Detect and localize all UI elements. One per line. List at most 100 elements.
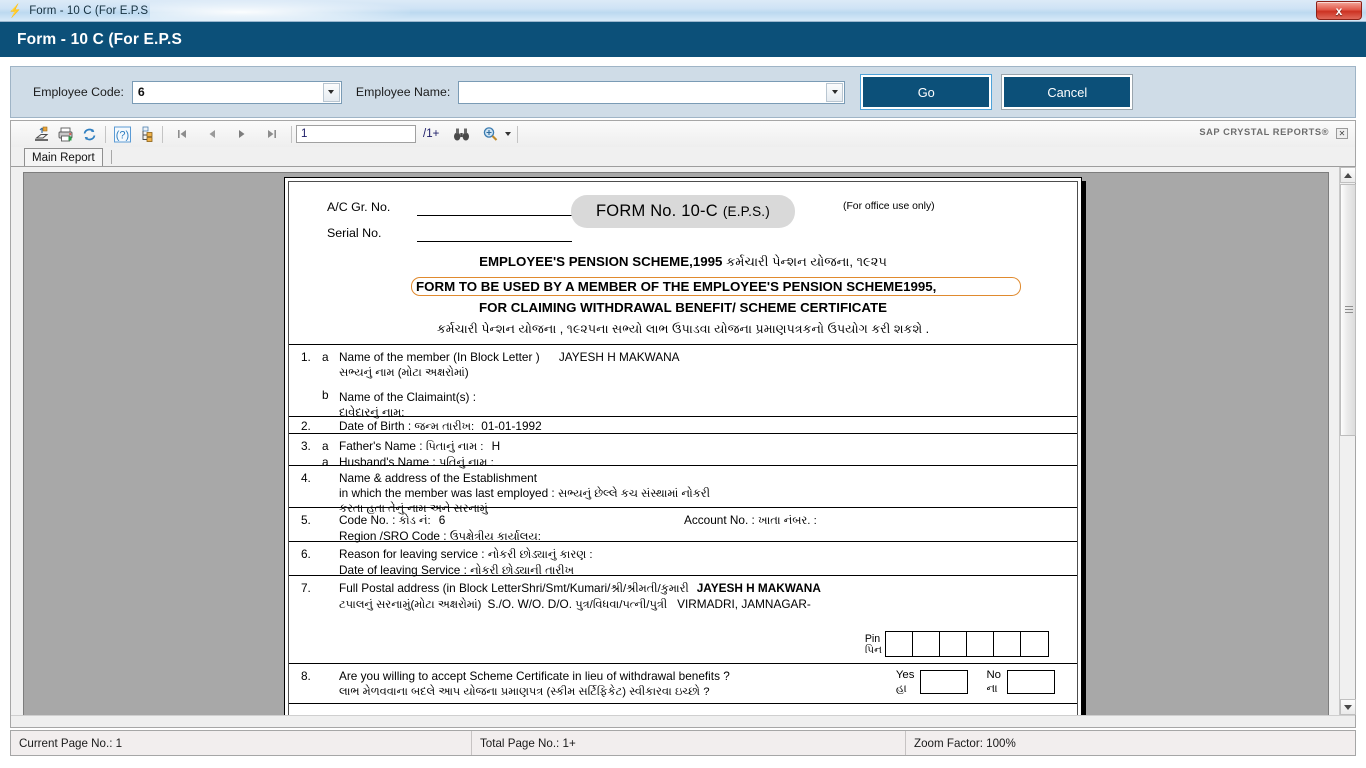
no-checkbox[interactable] (1007, 670, 1055, 694)
employee-code-combo[interactable]: 6 (131, 80, 342, 104)
page-title: Form - 10 C (For E.P.S (17, 30, 182, 48)
form-row-6: 6. Reason for leaving service : નોકરી છો… (289, 542, 1077, 577)
report-toolbar: (?) 1 /1+ SAP CRYSTAL REPORTS® ✕ (11, 121, 1355, 147)
go-button[interactable]: Go (860, 74, 993, 110)
form-row-4: 4. Name & address of the Establishment i… (289, 466, 1077, 515)
help-icon[interactable]: (?) (110, 123, 134, 145)
zoom-icon[interactable] (478, 123, 502, 145)
yes-checkbox[interactable] (920, 670, 969, 694)
form-row-5: 5. Code No. : કોડ નં: 6 Account No. : ખા… (289, 508, 1077, 543)
father-name-value: H (491, 439, 501, 453)
brand-text: SAP CRYSTAL REPORTS (1199, 127, 1322, 137)
toolbar-separator (517, 125, 519, 143)
dob-value: 01-01-1992 (481, 419, 542, 433)
reason-leaving-label: Reason for leaving service : (339, 547, 488, 561)
window-close-button[interactable]: x (1316, 1, 1362, 20)
toolbar-separator (291, 125, 292, 143)
svg-text:(?): (?) (115, 129, 128, 141)
zoom-dropdown-icon[interactable] (502, 123, 514, 145)
row-3-number: 3. (301, 439, 311, 453)
region-sro-label-gu: ઉપક્ષેત્રીય કાર્યાલય: (449, 530, 541, 543)
group-tree-icon[interactable] (134, 123, 158, 145)
pin-cell[interactable] (940, 632, 967, 656)
employee-code-label: Employee Code: (33, 85, 124, 99)
row-5-number: 5. (301, 513, 311, 527)
pin-cell[interactable] (886, 632, 913, 656)
ac-gr-no-label: A/C Gr. No. (327, 200, 391, 214)
form-row-2: 2. Date of Birth : જન્મ તારીખ: 01-01-199… (289, 417, 1077, 434)
form-number-sub: (E.P.S.) (722, 204, 770, 219)
pin-code-field: Pin પિન (865, 631, 1049, 657)
yes-label: Yes હા (896, 669, 915, 696)
print-icon[interactable] (53, 123, 77, 145)
refresh-icon[interactable] (77, 123, 101, 145)
report-page-area: A/C Gr. No. Serial No. FORM No. 10-C (E.… (23, 172, 1329, 717)
member-name-value: JAYESH H MAKWANA (558, 350, 680, 364)
usage-line-2: FOR CLAIMING WITHDRAWAL BENEFIT/ SCHEME … (478, 300, 887, 315)
postal-relation-label-gu: પુત્ર/વિધવા/પત્ની/પુત્રી (575, 598, 668, 611)
pin-cell[interactable] (913, 632, 940, 656)
scrollbar-thumb[interactable] (1340, 184, 1356, 436)
total-pages-label: /1+ (423, 128, 440, 140)
tab-main-report[interactable]: Main Report (24, 148, 103, 166)
form-row-8: 8. Are you willing to accept Scheme Cert… (289, 664, 1077, 704)
pin-cell[interactable] (1021, 632, 1048, 656)
code-no-value: 6 (438, 513, 446, 527)
export-icon[interactable] (29, 123, 53, 145)
sap-crystal-reports-brand: SAP CRYSTAL REPORTS® (1199, 127, 1329, 137)
report-vertical-scrollbar[interactable] (1339, 167, 1356, 715)
form-number-badge: FORM No. 10-C (E.P.S.) (571, 195, 795, 228)
code-no-label-gu: કોડ નં: (398, 515, 434, 527)
report-page: A/C Gr. No. Serial No. FORM No. 10-C (E.… (284, 177, 1082, 716)
app-header: Form - 10 C (For E.P.S (0, 22, 1366, 57)
chevron-down-icon[interactable] (826, 82, 844, 102)
form-row-7: 7. Full Postal address (in Block LetterS… (289, 576, 1077, 664)
criteria-panel: Employee Code: 6 Employee Name: Go Cance… (10, 66, 1356, 118)
row-1-number: 1. (301, 350, 311, 364)
row-8-number: 8. (301, 669, 311, 683)
report-tabstrip: Main Report (11, 147, 1355, 167)
scroll-up-button[interactable] (1340, 167, 1356, 183)
row-1a-label: Name of the member (In Block Letter ) (339, 350, 540, 364)
toolbar-separator (162, 125, 163, 143)
row-6-number: 6. (301, 547, 311, 561)
pin-cell[interactable] (994, 632, 1021, 656)
report-horizontal-scrollbar[interactable] (11, 715, 1355, 727)
next-page-icon[interactable] (230, 123, 254, 145)
row-4-number: 4. (301, 471, 311, 485)
postal-line2-gu: ટપાલનું સરનામું(મોટા અક્ષરોમાં) (339, 598, 482, 611)
titlebar-glare (150, 0, 410, 21)
brand-mark: ® (1321, 127, 1329, 137)
pin-label-gu: પિન (864, 644, 882, 656)
scroll-down-button[interactable] (1340, 699, 1356, 715)
father-name-label: Father's Name : (339, 439, 426, 453)
toolbar-separator (105, 125, 106, 143)
crystal-report-viewer: (?) 1 /1+ SAP CRYSTAL REPORTS® ✕ Main Re… (10, 120, 1356, 728)
pin-boxes[interactable] (885, 631, 1049, 657)
last-page-icon[interactable] (260, 123, 284, 145)
establishment-line1: Name & address of the Establishment (339, 471, 538, 485)
viewer-close-icon[interactable]: ✕ (1336, 128, 1348, 139)
chevron-down-icon[interactable] (322, 82, 340, 102)
serial-no-label: Serial No. (327, 226, 382, 240)
scheme-title-en: EMPLOYEE'S PENSION SCHEME,1995 (479, 254, 723, 269)
status-bar: Current Page No.: 1 Total Page No.: 1+ Z… (10, 730, 1356, 756)
page-number-input[interactable]: 1 (296, 125, 416, 143)
first-page-icon[interactable] (170, 123, 194, 145)
account-no-label-gu: ખાતા નંબર. : (758, 515, 817, 527)
pin-cell[interactable] (967, 632, 994, 656)
postal-relation-label: S./O. W/O. D/O. (487, 596, 576, 611)
status-zoom-factor: Zoom Factor: 100% (914, 736, 1016, 750)
scheme-title-gu: કર્મચારી પેન્શન યોજના, ૧૯૨૫ (726, 254, 887, 269)
yes-no-group: Yes હા No ના (896, 669, 1055, 696)
establishment-line2-gu: સભ્યનું છેલ્લે કચ સંસ્થામાં નોકરી (558, 487, 710, 500)
date-leaving-label-gu: નોકરી છોડ્યાની તારીખ (470, 564, 574, 577)
cancel-button[interactable]: Cancel (1001, 74, 1134, 110)
binoculars-icon[interactable] (449, 123, 473, 145)
employee-name-combo[interactable] (458, 80, 846, 104)
no-label-en: No (986, 669, 1001, 681)
row-3-sub-a: a (322, 439, 329, 453)
previous-page-icon[interactable] (200, 123, 224, 145)
serial-no-rule (417, 241, 572, 242)
dob-label: Date of Birth : (339, 419, 415, 433)
